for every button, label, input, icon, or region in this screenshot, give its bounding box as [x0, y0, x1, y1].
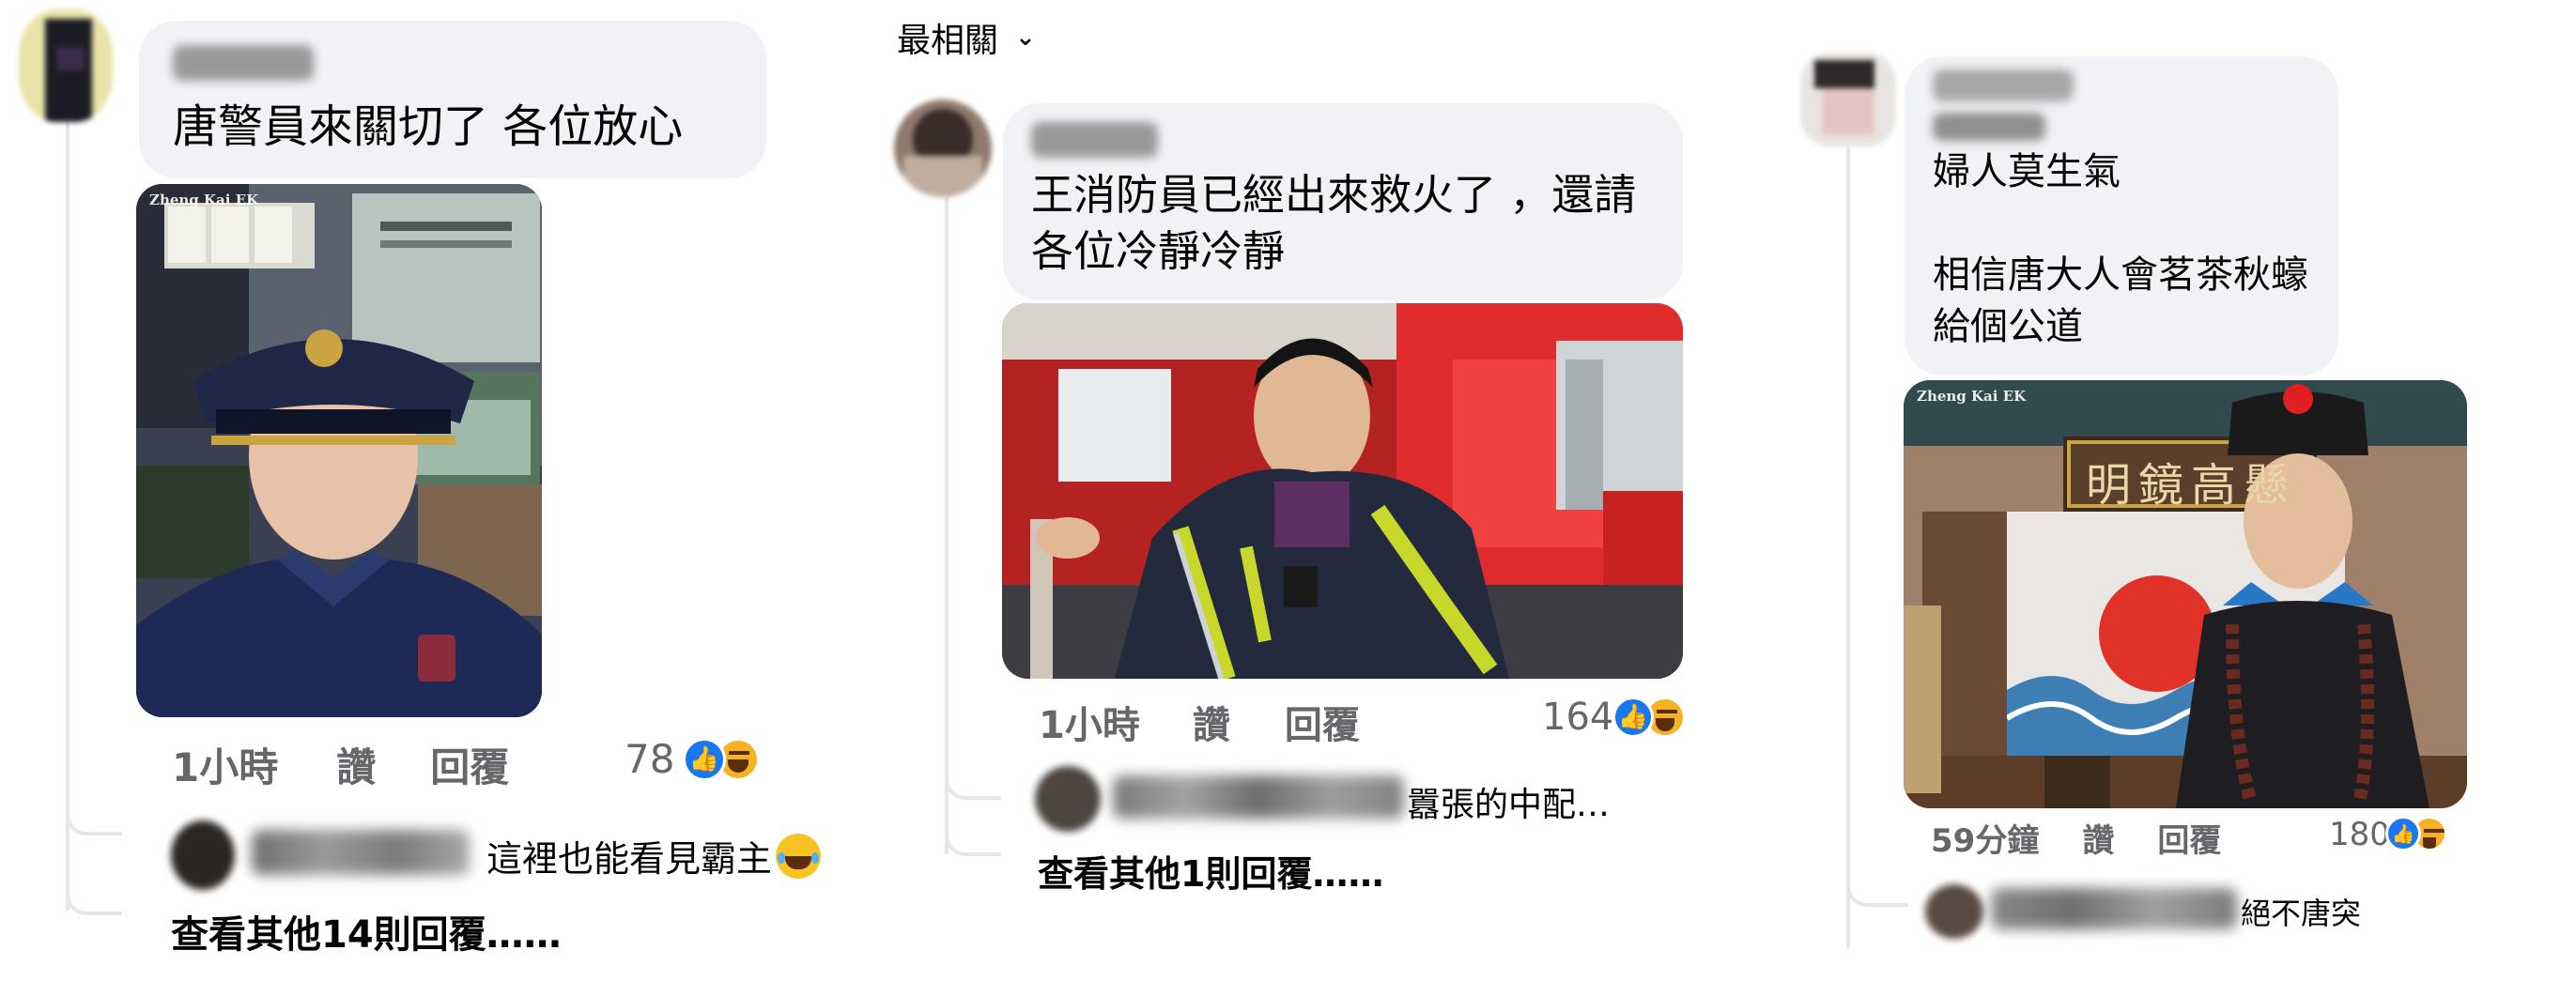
comment-photo-magistrate[interactable]: Zheng Kai EK 明鏡高懸 [1904, 380, 2467, 808]
thread-branch [945, 760, 1001, 800]
reply-avatar[interactable] [1035, 766, 1101, 832]
plaque-text: 明鏡高懸 [2086, 459, 2297, 512]
author-name-blurred[interactable] [173, 45, 314, 81]
comment-timestamp[interactable]: 59分鐘 [1931, 815, 2039, 861]
reaction-icons[interactable]: 👍 [1612, 697, 1686, 738]
like-button[interactable]: 讚 [1193, 695, 1230, 749]
thread-branch [1846, 873, 1908, 907]
thread-branch [66, 873, 122, 915]
reply-preview[interactable]: 囂張的中配… [1407, 777, 1610, 826]
comment-text: 王消防員已經出來救火了 ，還請 各位冷靜冷靜 [1031, 170, 1637, 276]
comment-photo-police[interactable]: Zheng Kai EK [136, 184, 542, 717]
reply-preview[interactable]: 絕不唐突 [2241, 890, 2361, 933]
firefighter-photo-illustration [1002, 303, 1683, 679]
comment-bubble: 王消防員已經出來救火了 ，還請 各位冷靜冷靜 [1003, 103, 1683, 300]
thread-line [1846, 141, 1850, 948]
thread-line [945, 197, 949, 854]
like-reaction-icon: 👍 [2385, 816, 2421, 851]
reaction-icons[interactable]: 👍 [2385, 816, 2447, 851]
thread-branch [66, 798, 122, 835]
reply-preview[interactable]: 這裡也能看見霸主 [486, 830, 822, 881]
comment-timestamp[interactable]: 1小時 [172, 736, 278, 793]
view-more-replies[interactable]: 查看其他1則回覆…… [1038, 845, 1383, 897]
reply-avatar[interactable] [171, 820, 235, 890]
comment-panel-right: 婦人莫生氣 相信唐大人會茗茶秋蠔 給個公道 Zheng Kai EK 明鏡高懸 … [1784, 0, 2576, 981]
like-button[interactable]: 讚 [336, 736, 376, 793]
reply-author-blurred[interactable] [1991, 888, 2237, 929]
reaction-count[interactable]: 180 [2329, 816, 2390, 853]
photo-watermark: Zheng Kai EK [149, 192, 259, 208]
author-name-blurred[interactable] [1933, 69, 2074, 101]
reaction-count[interactable]: 78 [625, 736, 674, 782]
comment-panel-middle: 王消防員已經出來救火了 ，還請 各位冷靜冷靜 1小時 讚 回覆 164 👍 囂張… [883, 0, 1784, 981]
reply-button[interactable]: 回覆 [2157, 815, 2221, 861]
like-reaction-icon: 👍 [1612, 697, 1654, 738]
thread-line [66, 103, 69, 911]
reply-avatar[interactable] [1925, 884, 1983, 939]
comment-actions: 1小時 讚 回覆 [172, 736, 509, 793]
reply-button[interactable]: 回覆 [430, 736, 509, 793]
photo-watermark: Zheng Kai EK [1917, 388, 2027, 405]
comment-text: 唐警員來關切了 各位放心 [173, 100, 684, 153]
comment-timestamp[interactable]: 1小時 [1039, 695, 1140, 749]
commenter-avatar[interactable] [1801, 53, 1895, 146]
comment-bubble: 婦人莫生氣 相信唐大人會茗茶秋蠔 給個公道 [1905, 56, 2338, 376]
magistrate-photo-illustration [1904, 380, 2467, 808]
commenter-avatar[interactable] [894, 100, 992, 197]
author-name-blurred[interactable] [1031, 122, 1158, 158]
comment-bubble: 唐警員來關切了 各位放心 [139, 21, 766, 178]
comment-photo-firefighter[interactable] [1002, 303, 1683, 679]
police-photo-illustration [136, 184, 542, 717]
comment-actions: 1小時 讚 回覆 [1039, 695, 1360, 749]
laughing-tears-emoji-icon [776, 834, 822, 879]
view-more-replies[interactable]: 查看其他14則回覆…… [171, 904, 562, 958]
reply-author-blurred[interactable] [1113, 775, 1404, 819]
like-reaction-icon: 👍 [683, 738, 726, 781]
author-subtitle-blurred [1933, 113, 2045, 141]
reaction-icons[interactable]: 👍 [683, 738, 760, 781]
like-button[interactable]: 讚 [2082, 815, 2114, 861]
comment-panel-left: 唐警員來關切了 各位放心 Zheng Kai EK 1小時 讚 回覆 78 👍 … [0, 0, 883, 981]
reply-author-blurred[interactable] [252, 830, 470, 875]
reaction-count[interactable]: 164 [1542, 696, 1613, 739]
reply-preview-text: 這裡也能看見霸主 [486, 838, 773, 880]
commenter-avatar[interactable] [19, 9, 113, 122]
reply-button[interactable]: 回覆 [1285, 695, 1360, 749]
thread-branch [945, 826, 1001, 856]
comment-text: 婦人莫生氣 相信唐大人會茗茶秋蠔 給個公道 [1933, 150, 2308, 348]
comment-actions: 59分鐘 讚 回覆 [1931, 815, 2221, 861]
